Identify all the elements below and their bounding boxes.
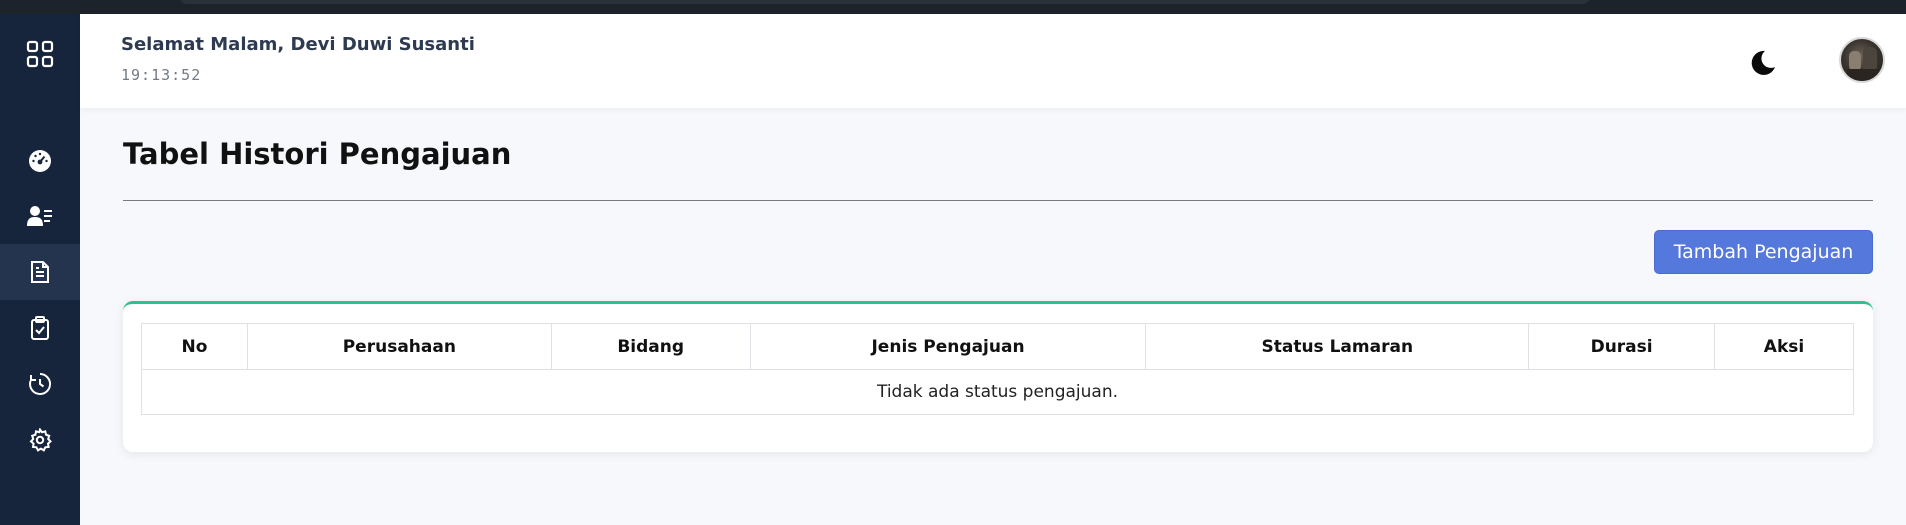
sidebar	[0, 14, 80, 525]
column-header-no: No	[141, 323, 248, 370]
sidebar-item-history[interactable]	[0, 356, 80, 412]
history-table: No Perusahaan Bidang Jenis Pengajuan Sta…	[141, 323, 1854, 415]
browser-top-strip	[0, 0, 1906, 14]
sidebar-item-settings[interactable]	[0, 412, 80, 468]
dashboard-gauge-icon	[29, 150, 51, 172]
sidebar-item-users[interactable]	[0, 188, 80, 244]
title-divider	[123, 200, 1873, 201]
page-title: Tabel Histori Pengajuan	[123, 137, 512, 171]
column-header-submission-type: Jenis Pengajuan	[749, 323, 1147, 370]
empty-table-message: Tidak ada status pengajuan.	[141, 369, 1854, 415]
greeting-text: Selamat Malam, Devi Duwi Susanti	[121, 34, 475, 55]
sidebar-item-tasks[interactable]	[0, 300, 80, 356]
avatar[interactable]	[1839, 37, 1885, 83]
clipboard-check-icon	[31, 316, 49, 340]
apps-grid-icon	[26, 40, 54, 68]
browser-address-bar	[180, 0, 1590, 4]
column-header-application-status: Status Lamaran	[1145, 323, 1530, 370]
top-header: Selamat Malam, Devi Duwi Susanti 19:13:5…	[80, 14, 1906, 108]
column-header-field: Bidang	[550, 323, 751, 370]
gear-icon	[29, 428, 52, 452]
sidebar-item-documents[interactable]	[0, 244, 80, 300]
sidebar-item-apps[interactable]	[0, 26, 80, 82]
table-row: Tidak ada status pengajuan.	[141, 369, 1854, 415]
table-header-row: No Perusahaan Bidang Jenis Pengajuan Sta…	[141, 323, 1854, 370]
moon-icon[interactable]	[1748, 48, 1778, 78]
user-list-icon	[27, 206, 52, 226]
column-header-company: Perusahaan	[246, 323, 552, 370]
sidebar-item-dashboard[interactable]	[0, 133, 80, 189]
add-submission-button[interactable]: Tambah Pengajuan	[1654, 230, 1873, 274]
document-icon	[31, 261, 49, 283]
column-header-duration: Durasi	[1528, 323, 1716, 370]
history-clock-icon	[29, 372, 52, 395]
clock-display: 19:13:52	[121, 66, 202, 84]
column-header-actions: Aksi	[1714, 323, 1854, 370]
